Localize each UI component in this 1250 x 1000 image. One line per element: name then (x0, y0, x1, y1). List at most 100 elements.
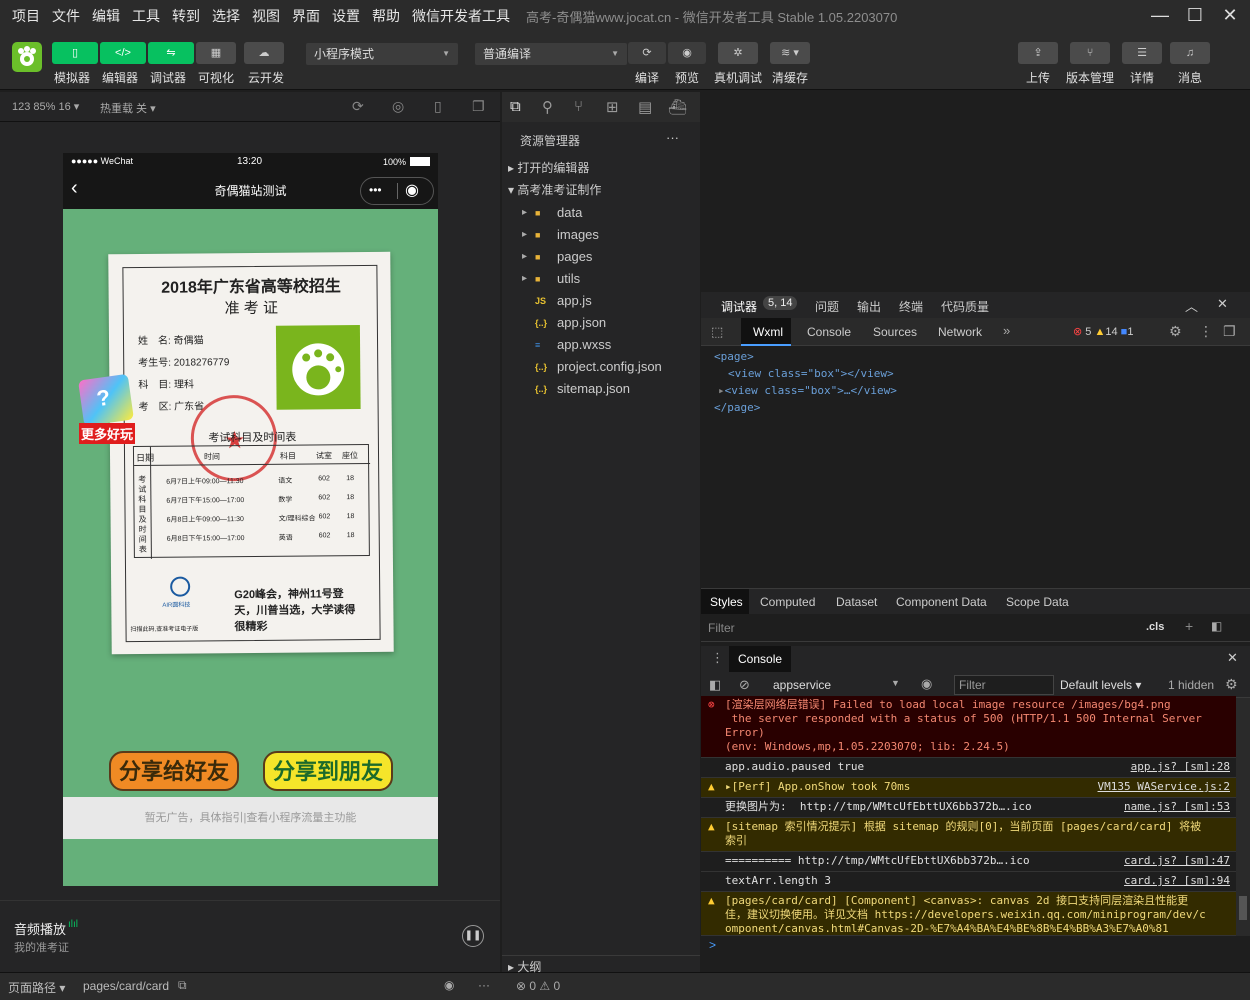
scrollbar-thumb[interactable] (1239, 896, 1247, 920)
console-log-norm[interactable]: ========== http://tmp/WMtcUfEbttUX6bb372… (701, 852, 1236, 872)
details-button[interactable]: ☰ (1122, 42, 1162, 64)
compile-button[interactable]: ⟳ (628, 42, 666, 64)
tab-dataset[interactable]: Dataset (836, 595, 877, 609)
minimize-button[interactable]: — (1143, 0, 1177, 32)
console-log-warn[interactable]: ▲ ▸[Perf] App.onShow took 70ms VM135 WASer… (701, 778, 1236, 798)
more-tabs-icon[interactable]: » (1003, 323, 1010, 338)
inspect-icon[interactable]: ⬚ (711, 324, 723, 340)
styles-filter-input[interactable]: Filter (708, 621, 735, 635)
close-drawer-icon[interactable]: ✕ (1227, 650, 1238, 666)
upload-button[interactable]: ⇪ (1018, 42, 1058, 64)
clear-console-icon[interactable]: ⊘ (739, 677, 750, 693)
menu-item[interactable]: 视图 (252, 6, 280, 26)
preview-button[interactable]: ◉ (668, 42, 706, 64)
log-source-link[interactable]: name.js? [sm]:53 (1124, 800, 1230, 814)
console-log-err[interactable]: ⊗ [渲染层网络层错误] Failed to load local image r… (701, 696, 1236, 758)
drawer-menu-icon[interactable]: ⋮ (711, 650, 724, 666)
detach-icon[interactable]: ❐ (472, 98, 485, 115)
debug-panel-icon[interactable]: ▤ (638, 98, 652, 116)
outline-section[interactable]: ▸ 大纲 (502, 955, 700, 977)
context-select[interactable]: appservice (773, 678, 831, 692)
console-settings-icon[interactable]: ⚙ (1225, 676, 1238, 693)
console-prompt[interactable]: > (709, 938, 716, 952)
git-icon[interactable]: ⑂ (574, 98, 583, 115)
menu-item[interactable]: 项目 (12, 6, 40, 26)
tab-debugger[interactable]: 调试器 (721, 298, 757, 315)
file-item[interactable]: {..} sitemap.json (502, 378, 700, 400)
tab-sources[interactable]: Sources (873, 325, 917, 339)
menu-item[interactable]: 界面 (292, 6, 320, 26)
project-section[interactable]: ▾ 高考准考证制作 (502, 179, 700, 201)
tab-terminal[interactable]: 终端 (899, 298, 923, 315)
mode-select[interactable]: 小程序模式 ▼ (306, 43, 458, 65)
tab-component-data[interactable]: Component Data (896, 595, 987, 609)
menu-item[interactable]: 微信开发者工具 (412, 6, 510, 26)
console-log-norm[interactable]: app.audio.paused true app.js? [sm]:28 (701, 758, 1236, 778)
more-fun-icon[interactable]: ? (78, 373, 134, 427)
tab-console[interactable]: Console (807, 325, 851, 339)
more-dots-icon[interactable]: ••• (369, 183, 382, 197)
tab-computed[interactable]: Computed (760, 595, 815, 609)
wxml-page-open[interactable]: <page> (714, 350, 754, 363)
sidebar-toggle-icon[interactable]: ◧ (1211, 619, 1222, 633)
sidebar-icon[interactable]: ◧ (709, 677, 721, 693)
log-source-link[interactable]: app.js? [sm]:28 (1131, 760, 1230, 774)
tab-code-quality[interactable]: 代码质量 (941, 298, 989, 315)
cloud-button[interactable]: ☁ (244, 42, 284, 64)
search-icon[interactable]: ⚲ (542, 98, 553, 116)
close-window-button[interactable]: ✕ (1213, 0, 1247, 32)
files-icon[interactable]: ⧉ (510, 98, 521, 115)
log-source-link[interactable]: card.js? [sm]:47 (1124, 854, 1230, 868)
wxml-page-close[interactable]: </page> (714, 401, 760, 414)
file-item[interactable]: ▸ ■ utils (502, 268, 700, 290)
tab-output[interactable]: 输出 (857, 298, 881, 315)
editor-toggle-button[interactable]: </> (100, 42, 146, 64)
zoom-select[interactable]: 123 85% 16 ▾ (12, 100, 79, 113)
menu-item[interactable]: 设置 (332, 6, 360, 26)
problems-counter[interactable]: ⊗ 0 ⚠ 0 (516, 979, 560, 993)
remote-debug-button[interactable]: ✲ (718, 42, 758, 64)
more-icon[interactable]: ··· (478, 978, 490, 992)
menu-item[interactable]: 帮助 (372, 6, 400, 26)
console-scrollbar[interactable] (1236, 698, 1250, 936)
menu-item[interactable]: 选择 (212, 6, 240, 26)
console-log-warn[interactable]: ▲ [sitemap 索引情况提示] 根据 sitemap 的规则[0]，当前页面… (701, 818, 1236, 852)
issue-counters[interactable]: ⊗ 5 ▲14 ■1 (1073, 325, 1133, 338)
menu-item[interactable]: 转到 (172, 6, 200, 26)
tab-problems[interactable]: 问题 (815, 298, 839, 315)
gear-icon[interactable]: ⚙ (1169, 323, 1182, 340)
rotate-icon[interactable]: ⟳ (352, 98, 364, 115)
messages-button[interactable]: ♫ (1170, 42, 1210, 64)
log-source-link[interactable]: VM135 WAService.js:2 (1098, 780, 1230, 794)
console-log-norm[interactable]: 更换图片为: http://tmp/WMtcUfEbttUX6bb372b….i… (701, 798, 1236, 818)
pause-icon[interactable]: ❚❚ (462, 925, 484, 947)
page-path-select[interactable]: 页面路径 ▾ (8, 979, 65, 996)
live-expression-icon[interactable]: ◉ (921, 676, 932, 692)
menu-item[interactable]: 编辑 (92, 6, 120, 26)
console-filter-input[interactable]: Filter (954, 675, 1054, 695)
tab-styles[interactable]: Styles (710, 595, 743, 609)
menu-item[interactable]: 文件 (52, 6, 80, 26)
compile-select[interactable]: 普通编译 ▼ (475, 43, 627, 65)
open-editors-section[interactable]: ▸ 打开的编辑器 (502, 157, 700, 179)
stop-icon[interactable]: ◎ (392, 98, 404, 115)
file-item[interactable]: {..} project.config.json (502, 356, 700, 378)
maximize-button[interactable]: ☐ (1178, 0, 1212, 32)
file-item[interactable]: ≡ app.wxss (502, 334, 700, 356)
levels-select[interactable]: Default levels ▾ (1060, 678, 1141, 692)
close-icon[interactable]: ✕ (1217, 296, 1228, 312)
clear-cache-button[interactable]: ≋ ▾ (770, 42, 810, 64)
device-icon[interactable]: ▯ (434, 98, 442, 115)
log-source-link[interactable]: card.js? [sm]:94 (1124, 874, 1230, 888)
explorer-more-button[interactable]: ··· (666, 130, 679, 145)
version-button[interactable]: ⑂ (1070, 42, 1110, 64)
more-fun-label[interactable]: 更多好玩 (79, 423, 136, 444)
plus-icon[interactable]: + (1185, 618, 1193, 634)
kebab-icon[interactable]: ⋮ (1199, 323, 1213, 340)
tab-wxml[interactable]: Wxml (753, 325, 783, 339)
tab-scope-data[interactable]: Scope Data (1006, 595, 1069, 609)
extensions-icon[interactable]: ⊞ (606, 98, 619, 116)
share-friend-button[interactable]: 分享给好友 (109, 751, 239, 791)
debugger-toggle-button[interactable]: ⇋ (148, 42, 194, 64)
wxml-view-1[interactable]: <view class="box"></view> (728, 367, 894, 380)
